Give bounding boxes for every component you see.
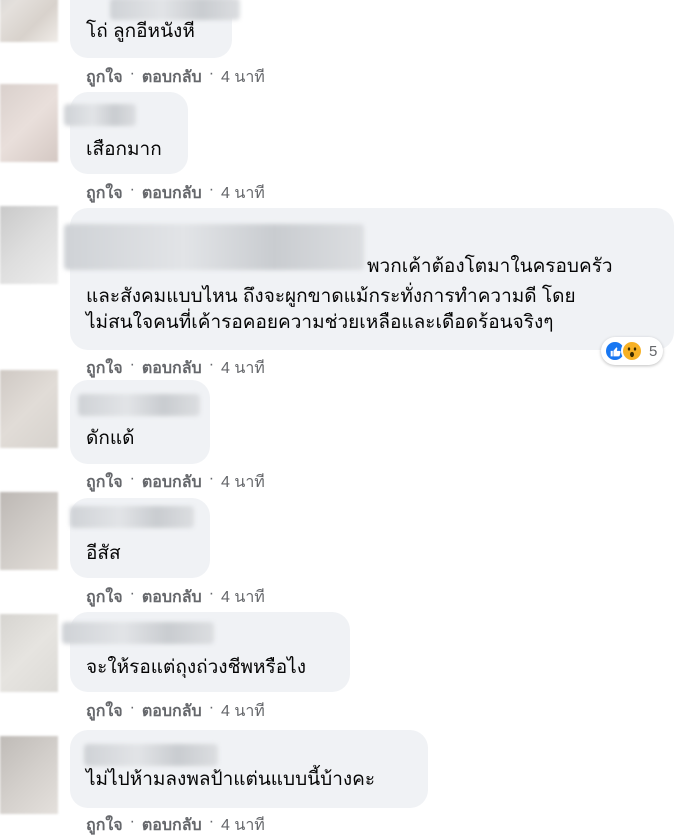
reply-link[interactable]: ตอบกลับ	[142, 699, 202, 724]
separator: ·	[208, 65, 215, 82]
separator: ·	[129, 699, 135, 716]
separator: ·	[208, 356, 215, 373]
timestamp[interactable]: 4 นาที	[221, 470, 265, 495]
separator: ·	[208, 470, 215, 487]
commenter-name-blurred[interactable]	[62, 622, 214, 644]
avatar[interactable]	[0, 370, 58, 448]
comment-text: ไม่ไปห้ามลงพลป้าแต่นแบบนี้บ้างคะ	[86, 769, 376, 790]
separator: ·	[208, 699, 215, 716]
timestamp[interactable]: 4 นาที	[221, 181, 265, 206]
comment-text: ดักแด้	[86, 428, 135, 449]
commenter-name-blurred[interactable]	[64, 104, 136, 126]
wow-face-icon	[621, 340, 643, 362]
comment-text-line: และสังคมแบบไหน ถึงจะผูกขาดแม้กระทั่งการท…	[86, 286, 576, 307]
reply-link[interactable]: ตอบกลับ	[142, 470, 202, 495]
timestamp[interactable]: 4 นาที	[221, 65, 265, 90]
like-link[interactable]: ถูกใจ	[86, 699, 123, 724]
comment-actions: ถูกใจ · ตอบกลับ · 4 นาที	[86, 585, 265, 610]
comment-text: อีสัส	[86, 543, 121, 564]
comment-actions: ถูกใจ · ตอบกลับ · 4 นาที	[86, 356, 265, 381]
separator: ·	[129, 470, 135, 487]
timestamp[interactable]: 4 นาที	[221, 585, 265, 610]
separator: ·	[208, 585, 215, 602]
like-link[interactable]: ถูกใจ	[86, 470, 123, 495]
comment-text-line: ไม่สนใจคนที่เค้ารอคอยความช่วยเหลือและเดื…	[86, 312, 554, 333]
reaction-summary[interactable]: 5	[601, 337, 664, 365]
avatar[interactable]	[0, 492, 58, 570]
reply-link[interactable]: ตอบกลับ	[142, 356, 202, 381]
reply-link[interactable]: ตอบกลับ	[142, 65, 202, 90]
separator: ·	[129, 585, 135, 602]
comment-actions: ถูกใจ · ตอบกลับ · 4 นาที	[86, 65, 265, 90]
separator: ·	[129, 65, 135, 82]
comment-text: โถ่ ลูกอีหนังหี	[86, 21, 195, 42]
reply-link[interactable]: ตอบกลับ	[142, 181, 202, 206]
reaction-count: 5	[649, 342, 658, 360]
like-link[interactable]: ถูกใจ	[86, 585, 123, 610]
like-link[interactable]: ถูกใจ	[86, 356, 123, 381]
comment-actions: ถูกใจ · ตอบกลับ · 4 นาที	[86, 813, 265, 838]
avatar[interactable]	[0, 614, 58, 692]
separator: ·	[129, 356, 135, 373]
separator: ·	[129, 813, 135, 830]
like-link[interactable]: ถูกใจ	[86, 181, 123, 206]
separator: ·	[208, 181, 215, 198]
commenter-name-blurred[interactable]	[110, 0, 240, 20]
reply-link[interactable]: ตอบกลับ	[142, 813, 202, 838]
separator: ·	[129, 181, 135, 198]
commenter-name-blurred[interactable]	[78, 394, 200, 416]
comment-text-line: พวกเค้าต้องโตมาในครอบครัว	[367, 256, 613, 277]
comment-actions: ถูกใจ · ตอบกลับ · 4 นาที	[86, 470, 265, 495]
reply-link[interactable]: ตอบกลับ	[142, 585, 202, 610]
like-link[interactable]: ถูกใจ	[86, 65, 123, 90]
like-link[interactable]: ถูกใจ	[86, 813, 123, 838]
commenter-name-blurred[interactable]	[64, 224, 364, 270]
comment-actions: ถูกใจ · ตอบกลับ · 4 นาที	[86, 181, 265, 206]
commenter-name-blurred[interactable]	[84, 744, 218, 766]
timestamp[interactable]: 4 นาที	[221, 699, 265, 724]
comment-text: จะให้รอแต่ถุงถ่วงชีพหรือไง	[86, 657, 306, 678]
timestamp[interactable]: 4 นาที	[221, 356, 265, 381]
commenter-name-blurred[interactable]	[70, 506, 194, 528]
avatar[interactable]	[0, 0, 58, 42]
avatar[interactable]	[0, 736, 58, 814]
comment-text: เสือกมาก	[86, 139, 162, 160]
avatar[interactable]	[0, 84, 58, 162]
separator: ·	[208, 813, 215, 830]
comment-actions: ถูกใจ · ตอบกลับ · 4 นาที	[86, 699, 265, 724]
timestamp[interactable]: 4 นาที	[221, 813, 265, 838]
avatar[interactable]	[0, 206, 58, 284]
